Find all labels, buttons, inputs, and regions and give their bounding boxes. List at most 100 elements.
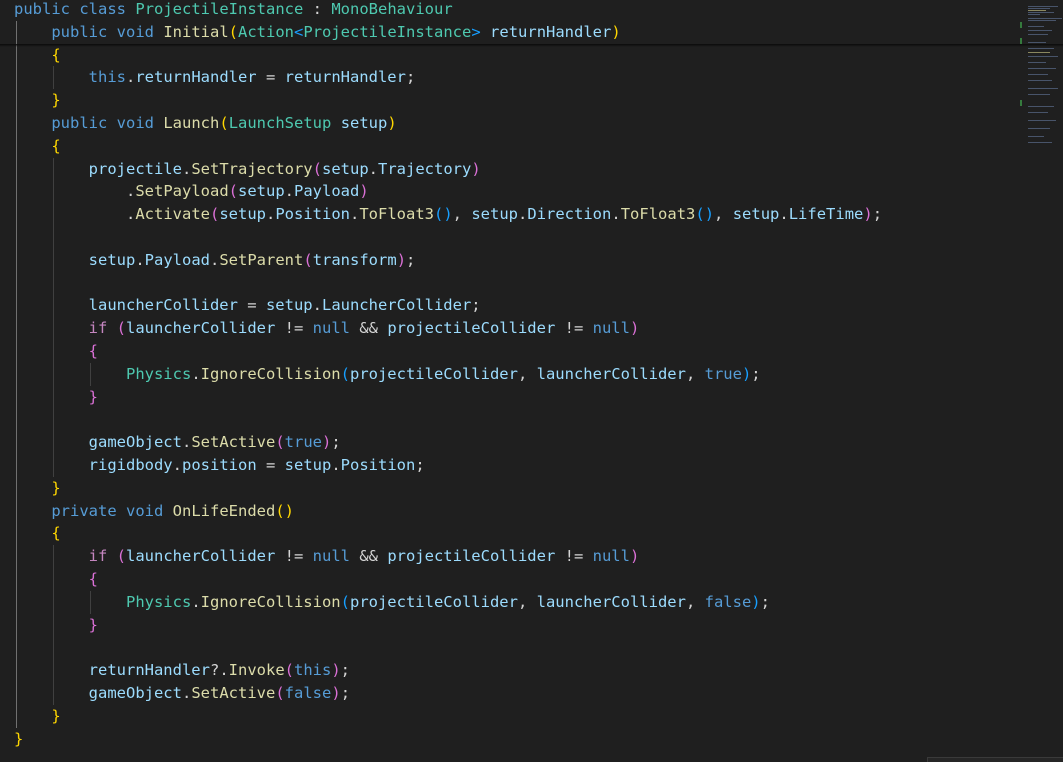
code-token: false bbox=[284, 684, 332, 702]
code-token: , bbox=[714, 205, 733, 224]
minimap-line bbox=[1028, 6, 1058, 7]
code-token: ) bbox=[359, 182, 369, 201]
code-token: this bbox=[294, 661, 332, 680]
code-token: Physics bbox=[125, 364, 192, 383]
code-token: setup bbox=[238, 182, 285, 201]
code-token: ( bbox=[275, 433, 285, 452]
code-line[interactable]: private void OnLifeEnded() bbox=[14, 500, 294, 523]
code-token: Direction bbox=[527, 205, 612, 224]
code-token: ( bbox=[228, 22, 239, 41]
code-line[interactable]: } bbox=[14, 614, 98, 637]
code-token: null bbox=[312, 319, 350, 338]
code-token: . bbox=[518, 205, 528, 224]
code-token: setup bbox=[219, 205, 266, 224]
minimap[interactable] bbox=[1020, 0, 1063, 150]
code-line[interactable]: public void Initial(Action<ProjectileIns… bbox=[14, 21, 620, 44]
code-line[interactable]: public class ProjectileInstance : MonoBe… bbox=[14, 0, 453, 21]
code-line[interactable]: Physics.IgnoreCollision(projectileCollid… bbox=[14, 591, 770, 614]
code-token: , bbox=[517, 592, 537, 611]
code-line[interactable]: gameObject.SetActive(true); bbox=[14, 431, 341, 454]
code-token: } bbox=[14, 729, 24, 748]
code-token: ; bbox=[340, 684, 351, 702]
code-line[interactable]: { bbox=[14, 135, 60, 158]
minimap-line bbox=[1028, 112, 1048, 113]
code-token: ; bbox=[331, 433, 341, 452]
code-line[interactable]: if (launcherCollider != null && projecti… bbox=[14, 317, 640, 340]
minimap-line bbox=[1028, 56, 1058, 57]
code-token: SetPayload bbox=[135, 182, 229, 201]
code-token: ; bbox=[760, 592, 770, 611]
minimap-line bbox=[1028, 62, 1046, 63]
minimap-line bbox=[1028, 18, 1062, 19]
code-token: () bbox=[275, 501, 294, 520]
code-token: public bbox=[51, 114, 108, 132]
minimap-line bbox=[1028, 74, 1048, 75]
code-line[interactable]: launcherCollider = setup.LauncherCollide… bbox=[14, 294, 481, 317]
code-token: != bbox=[275, 319, 313, 338]
minimap-line bbox=[1028, 48, 1054, 49]
code-editor[interactable]: public class ProjectileInstance : MonoBe… bbox=[0, 0, 1063, 762]
code-token: . bbox=[266, 205, 276, 224]
code-line[interactable]: } bbox=[14, 386, 98, 409]
code-line[interactable]: projectile.SetTrajectory(setup.Trajector… bbox=[14, 158, 481, 181]
code-token: ProjectileInstance bbox=[135, 0, 304, 18]
code-line[interactable]: gameObject.SetActive(false); bbox=[14, 682, 350, 705]
code-line[interactable]: this.returnHandler = returnHandler; bbox=[14, 66, 416, 89]
code-line[interactable]: rigidbody.position = setup.Position; bbox=[14, 454, 425, 477]
minimap-line bbox=[1028, 80, 1052, 81]
code-line[interactable]: .SetPayload(setup.Payload) bbox=[14, 180, 369, 203]
code-line[interactable]: { bbox=[14, 340, 98, 363]
minimap-line bbox=[1020, 100, 1022, 106]
code-token: if bbox=[88, 547, 108, 566]
minimap-line bbox=[1028, 68, 1056, 69]
code-token: ( bbox=[340, 364, 350, 383]
code-token: () bbox=[434, 205, 453, 224]
code-token: ; bbox=[415, 456, 425, 474]
code-token: Trajectory bbox=[378, 159, 472, 178]
code-line[interactable]: { bbox=[14, 522, 60, 545]
code-token: SetTrajectory bbox=[191, 159, 313, 178]
code-line[interactable]: returnHandler?.Invoke(this); bbox=[14, 659, 350, 682]
code-token: Action bbox=[238, 22, 295, 41]
code-line[interactable]: } bbox=[14, 477, 60, 500]
code-token: returnHandler bbox=[135, 68, 257, 87]
code-token: launcherCollider bbox=[536, 364, 686, 383]
code-line[interactable]: } bbox=[14, 705, 60, 728]
code-token: LauncherCollider bbox=[321, 296, 472, 315]
code-token: Launch bbox=[163, 114, 220, 132]
code-line[interactable]: { bbox=[14, 568, 98, 591]
code-line[interactable]: { bbox=[14, 44, 60, 67]
code-line[interactable]: setup.Payload.SetParent(transform); bbox=[14, 249, 416, 272]
code-token: { bbox=[88, 342, 98, 360]
minimap-line bbox=[1028, 42, 1046, 43]
code-token: LaunchSetup bbox=[228, 114, 332, 132]
code-token: = bbox=[237, 296, 266, 315]
code-token: = bbox=[256, 68, 285, 87]
minimap-line bbox=[1028, 106, 1054, 107]
code-line[interactable]: } bbox=[14, 728, 23, 751]
code-token: != bbox=[555, 547, 593, 566]
code-line[interactable]: public void Launch(LaunchSetup setup) bbox=[14, 112, 396, 135]
code-token: Payload bbox=[294, 182, 360, 201]
code-token: ( bbox=[312, 159, 322, 178]
code-token: private bbox=[51, 501, 117, 520]
code-line[interactable]: } bbox=[14, 89, 60, 112]
code-line[interactable]: if (launcherCollider != null && projecti… bbox=[14, 545, 640, 568]
code-line[interactable]: .Activate(setup.Position.ToFloat3(), set… bbox=[14, 203, 882, 226]
code-token: Invoke bbox=[228, 661, 285, 680]
code-line[interactable]: Physics.IgnoreCollision(projectileCollid… bbox=[14, 363, 761, 386]
